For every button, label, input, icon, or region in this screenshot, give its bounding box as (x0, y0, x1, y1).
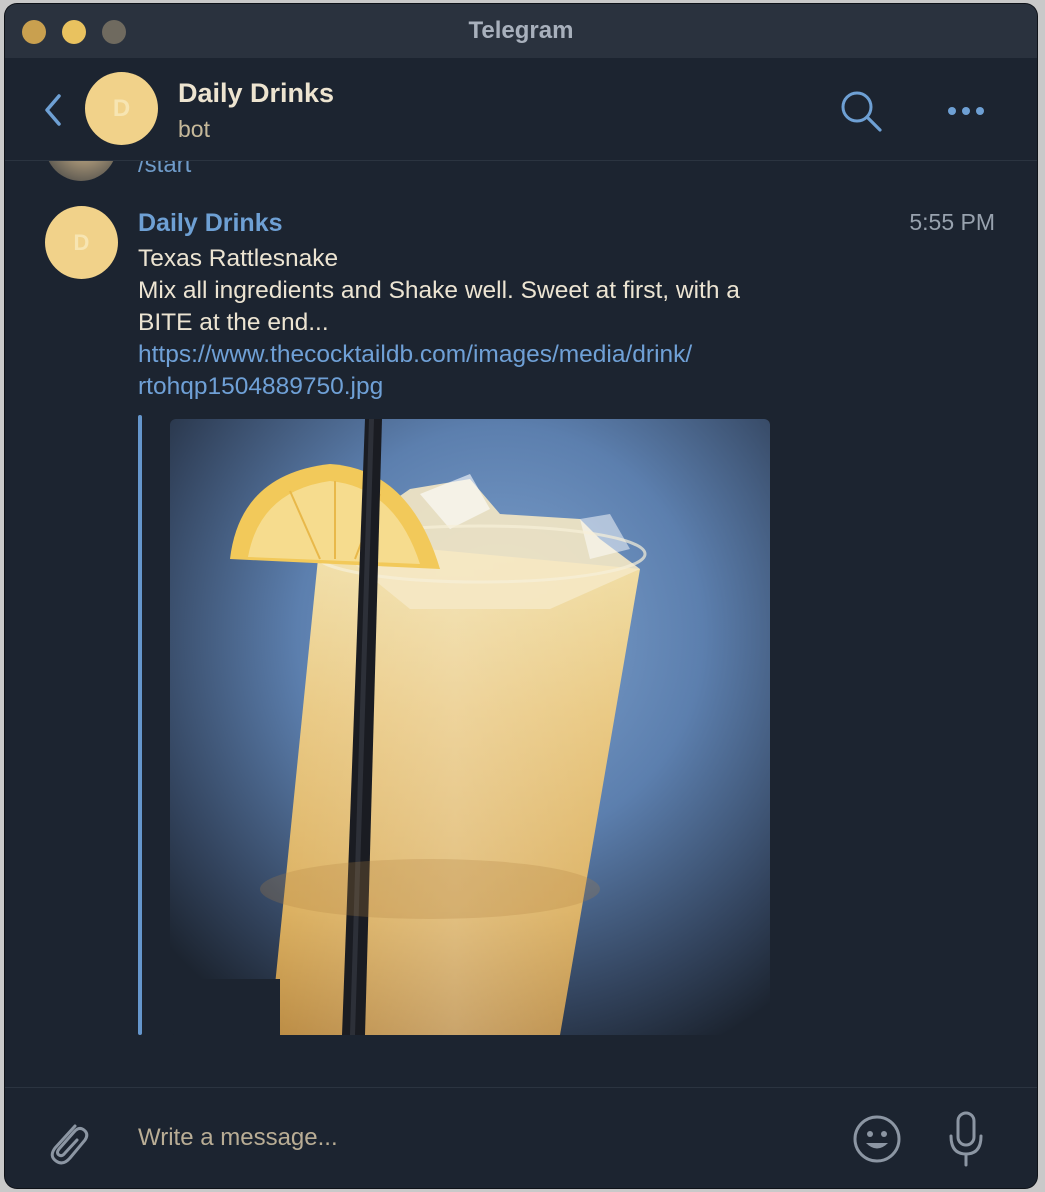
bot-avatar[interactable]: D (45, 206, 118, 279)
chat-avatar[interactable]: D (85, 72, 158, 145)
message-text: Texas Rattlesnake Mix all ingredients an… (138, 243, 828, 403)
back-icon[interactable] (39, 90, 67, 130)
message-line: Mix all ingredients and Shake well. Swee… (138, 277, 740, 304)
chat-status: bot (178, 116, 210, 142)
previous-message-text: /start (138, 161, 192, 178)
message-time: 5:55 PM (909, 209, 995, 235)
message-line: Texas Rattlesnake (138, 245, 339, 272)
title-bar: Telegram (5, 4, 1037, 58)
emoji-icon[interactable] (852, 1114, 902, 1164)
attach-icon[interactable] (43, 1116, 91, 1166)
mic-icon[interactable] (945, 1110, 987, 1168)
message-line: BITE at the end... (138, 309, 329, 336)
window-title: Telegram (468, 17, 574, 44)
message-composer (5, 1087, 1037, 1188)
user-avatar[interactable] (45, 161, 117, 181)
telegram-window: Telegram D Daily Drinks bot /start D Dai… (5, 4, 1037, 1188)
chat-header: D Daily Drinks bot (5, 58, 1037, 161)
chat-title[interactable]: Daily Drinks (178, 78, 334, 109)
link-preview[interactable] (138, 415, 778, 1035)
message-sender[interactable]: Daily Drinks (138, 209, 283, 238)
preview-image[interactable] (170, 419, 770, 1035)
message-input[interactable] (138, 1118, 818, 1158)
message-list[interactable]: /start D Daily Drinks 5:55 PM Texas Ratt… (5, 161, 1037, 1087)
message-link[interactable]: https://www.thecocktaildb.com/images/med… (138, 339, 828, 371)
preview-accent-bar (138, 415, 142, 1035)
search-icon[interactable] (838, 88, 884, 134)
more-icon[interactable] (943, 96, 989, 126)
cocktail-image (170, 419, 770, 1035)
message-link[interactable]: rtohqp1504889750.jpg (138, 371, 828, 403)
